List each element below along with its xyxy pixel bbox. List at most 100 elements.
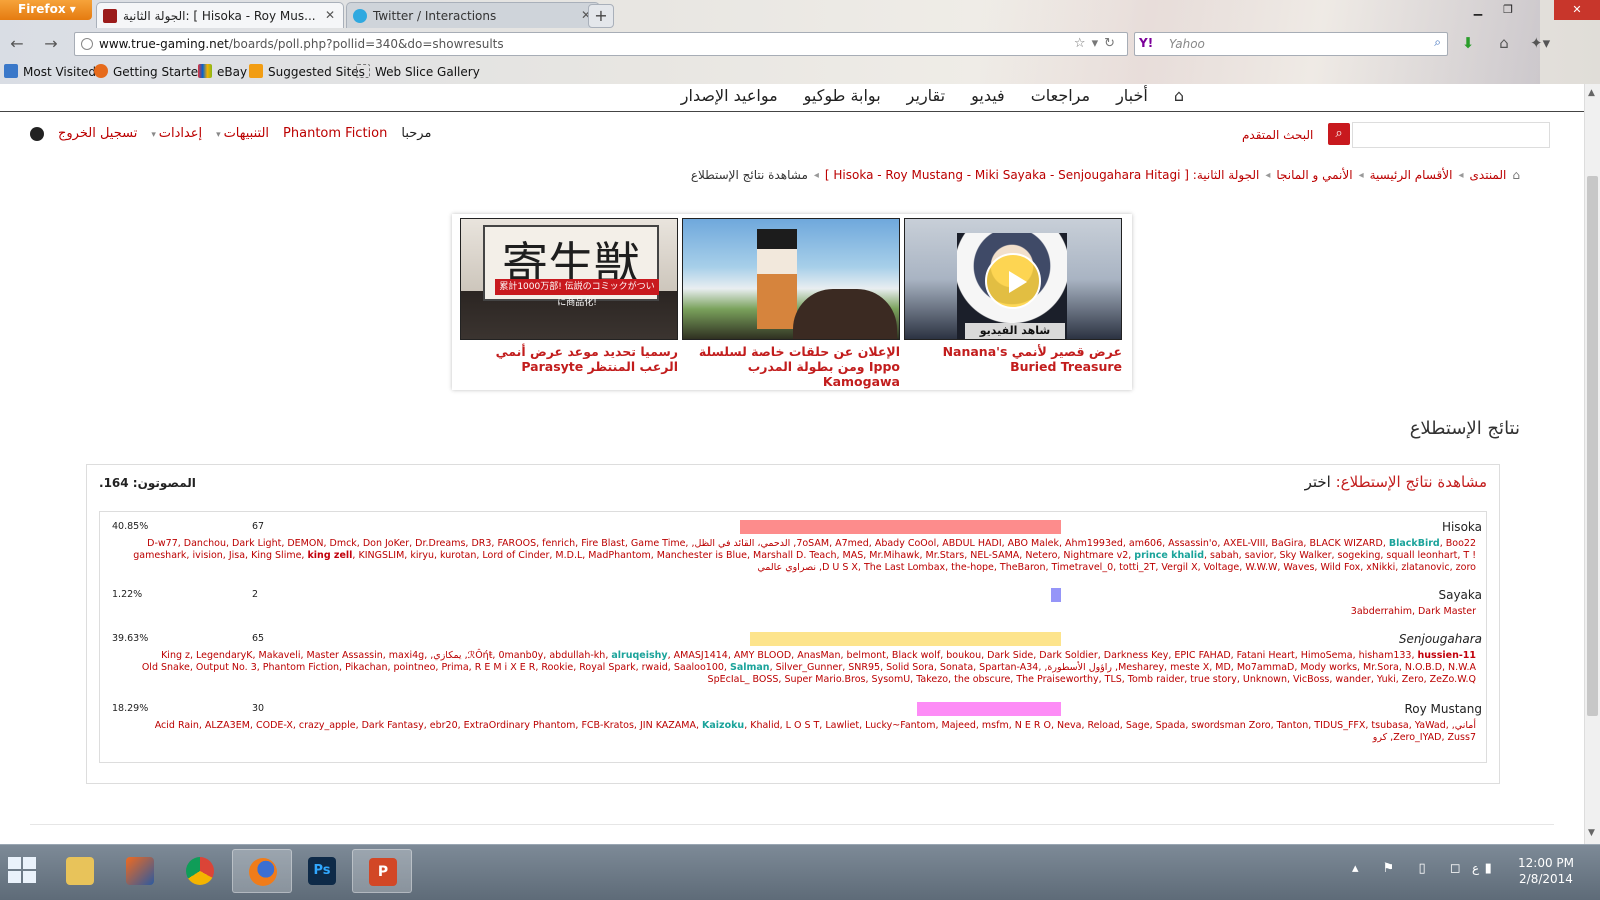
bookmark-ebay[interactable]: eBay <box>198 64 247 79</box>
clock[interactable]: 12:00 PM 2/8/2014 <box>1518 855 1574 887</box>
voter-list[interactable]: 3abderrahim, Dark Master <box>1351 606 1476 617</box>
windows-start-icon[interactable] <box>8 857 38 885</box>
promo-card-nanana[interactable]: شاهد الفيديو عرض قصير لأنمي Nanana's Bur… <box>904 218 1122 374</box>
breadcrumb-home-icon[interactable]: ⌂ <box>1512 168 1520 182</box>
restore-icon[interactable]: ❐ <box>1494 0 1522 20</box>
bookmark-most-visited[interactable]: Most Visited <box>4 64 96 79</box>
poll-options: Hisoka 40.85% 67 7oSAM, A7med, Abady CoO… <box>99 511 1487 763</box>
search-icon[interactable]: ⌕ <box>1434 35 1441 50</box>
voter-list[interactable]: ℛÔήŧ, 0manb0y, abdullah-kh, <box>468 650 609 661</box>
url-tools-icons[interactable]: ☆▾↻ <box>1074 36 1121 51</box>
voter-highlight[interactable]: Salman <box>730 662 770 673</box>
poll-question: اختر <box>1304 473 1331 491</box>
nav-tokyo-gate[interactable]: بوابة طوكيو <box>804 86 881 105</box>
promo-image[interactable] <box>682 218 900 340</box>
promo-card-parasyte[interactable]: 寄生獣 累計1000万部! 伝説のコミックがついに商品化! رسميا تحدي… <box>460 218 678 374</box>
voter-highlight[interactable]: Kaizoku <box>702 720 744 731</box>
back-arrow-icon[interactable]: ← <box>6 34 28 54</box>
option-name: Sayaka <box>1438 588 1482 602</box>
option-count: 2 <box>252 589 259 600</box>
search-icon[interactable]: ⌕ <box>1328 123 1350 145</box>
promo-image[interactable]: 寄生獣 累計1000万部! 伝説のコミックがついに商品化! <box>460 218 678 340</box>
option-name: Senjougahara <box>1398 632 1482 646</box>
option-count: 65 <box>252 633 265 644</box>
taskbar-photoshop[interactable]: Ps <box>292 849 352 893</box>
option-voters: ℛÔήŧ, 0manb0y, abdullah-kh, alruqeishy, … <box>126 650 1476 686</box>
logout-link[interactable]: تسجيل الخروج <box>58 126 137 141</box>
notifications-menu[interactable]: التنبيهات <box>216 126 269 141</box>
window-close-icon[interactable]: ✕ <box>1554 0 1600 20</box>
taskbar-chrome[interactable] <box>170 849 230 893</box>
promo-image[interactable]: شاهد الفيديو <box>904 218 1122 340</box>
scrollbar-thumb[interactable] <box>1587 176 1598 716</box>
breadcrumb-anime-manga[interactable]: الأنمي و المانجا <box>1276 168 1352 182</box>
voter-bold[interactable]: hussien-11 <box>1418 650 1476 661</box>
search-input[interactable]: Y! Yahoo ⌕ <box>1134 32 1448 56</box>
voter-highlight[interactable]: prince khalid <box>1134 550 1204 561</box>
option-name: Hisoka <box>1441 520 1482 534</box>
voter-list[interactable]: , AMASJ1414, AMY BLOOD, AnasMan, belmont… <box>668 650 1415 661</box>
voters-total: المصوتون: 164. <box>99 476 196 490</box>
tab-twitter[interactable]: Twitter / Interactions ✕ <box>346 2 600 28</box>
close-tab-icon[interactable]: ✕ <box>325 8 335 22</box>
ebay-icon <box>198 64 212 78</box>
voter-list[interactable]: 7oSAM, A7med, Abady CoOol, ABDUL HADI, A… <box>796 538 1386 549</box>
play-icon[interactable] <box>985 253 1041 309</box>
firefox-menu-button[interactable]: Firefox ▾ <box>0 0 92 20</box>
bookmark-menu-icon[interactable]: ✦▾ <box>1530 34 1550 54</box>
voter-highlight[interactable]: alruqeishy <box>611 650 667 661</box>
nav-release-dates[interactable]: مواعيد الإصدار <box>681 86 778 105</box>
breadcrumb-forum[interactable]: المنتدى <box>1470 168 1507 182</box>
nav-reviews[interactable]: مراجعات <box>1031 86 1090 105</box>
option-name: Roy Mustang <box>1404 702 1482 716</box>
promo-title[interactable]: الإعلان عن حلقات خاصة لسلسلة Ippo ومن بط… <box>682 344 900 389</box>
home-icon[interactable]: ⌂ <box>1494 34 1514 54</box>
news-promo-strip: 寄生獣 累計1000万部! 伝説のコミックがついに商品化! رسميا تحدي… <box>452 214 1132 390</box>
taskbar-firefox[interactable] <box>232 849 292 893</box>
bookmark-getting-started[interactable]: Getting Started <box>94 64 206 79</box>
breadcrumb-thread[interactable]: الجولة الثانية: [ Hisoka - Roy Mustang -… <box>825 168 1259 182</box>
bookmark-label: eBay <box>217 65 248 79</box>
anime-character-image <box>757 229 797 329</box>
taskbar-powerpoint[interactable]: P <box>352 849 412 893</box>
minimize-icon[interactable]: ▁ <box>1464 0 1492 20</box>
nav-video[interactable]: فيديو <box>971 86 1005 105</box>
advanced-search-link[interactable]: البحث المتقدم <box>1242 128 1313 142</box>
chrome-icon <box>186 857 214 885</box>
promo-title[interactable]: عرض قصير لأنمي Nanana's Buried Treasure <box>904 344 1122 374</box>
forward-arrow-icon[interactable]: → <box>40 34 62 54</box>
nav-reports[interactable]: تقارير <box>907 86 945 105</box>
taskbar-matlab[interactable] <box>110 849 170 893</box>
taskbar-explorer[interactable] <box>50 849 110 893</box>
voter-highlight[interactable]: BlackBird <box>1389 538 1440 549</box>
bookmark-web-slice-gallery[interactable]: Web Slice Gallery <box>356 64 480 79</box>
username-link[interactable]: Phantom Fiction <box>283 126 387 141</box>
url-bar[interactable]: www.true-gaming.net/boards/poll.php?poll… <box>74 32 1128 56</box>
folder-icon <box>4 64 18 78</box>
bookmark-label: Web Slice Gallery <box>375 65 480 79</box>
nav-news[interactable]: أخبار <box>1116 86 1148 105</box>
voter-bold[interactable]: king zell <box>307 550 352 561</box>
bookmark-suggested-sites[interactable]: Suggested Sites <box>249 64 365 79</box>
page-scrollbar[interactable]: ▲ ▼ <box>1584 84 1600 844</box>
voter-list[interactable]: , KINGSLIM, kiryu, kurotan, Lord of Cind… <box>352 550 1131 561</box>
promo-title[interactable]: رسميا تحديد موعد عرض أنمي الرعب المنتظر … <box>460 344 678 374</box>
tab-poll[interactable]: الجولة الثانية: [ Hisoka - Roy Mus... ✕ <box>96 2 344 28</box>
scroll-up-icon[interactable]: ▲ <box>1588 88 1595 98</box>
breadcrumb: ⌂ المنتدى ◂ الأقسام الرئيسية ◂ الأنمي و … <box>0 168 1584 188</box>
input-language[interactable]: ع <box>1472 861 1479 875</box>
promo-card-ippo[interactable]: الإعلان عن حلقات خاصة لسلسلة Ippo ومن بط… <box>682 218 900 389</box>
download-icon[interactable]: ⬇ <box>1458 34 1478 54</box>
breadcrumb-main-sections[interactable]: الأقسام الرئيسية <box>1370 168 1453 182</box>
voter-list[interactable]: , Khalid, L O S T, Lawliet, Lucky~Fantom… <box>744 720 1476 743</box>
home-icon[interactable]: ⌂ <box>1174 86 1184 105</box>
page-title: نتائج الإستطلاع <box>1409 418 1520 439</box>
new-tab-button[interactable]: + <box>588 4 614 28</box>
tray-icons[interactable]: ▴ ⚑ ▯ ◻ ▮ <box>1352 861 1502 876</box>
language-globe-icon[interactable] <box>30 126 44 141</box>
yahoo-logo-icon[interactable]: Y! <box>1139 36 1153 50</box>
breadcrumb-separator-icon: ◂ <box>813 169 819 181</box>
forum-search-input[interactable] <box>1352 122 1550 148</box>
scroll-down-icon[interactable]: ▼ <box>1588 828 1595 838</box>
settings-menu[interactable]: إعدادات <box>151 126 202 141</box>
